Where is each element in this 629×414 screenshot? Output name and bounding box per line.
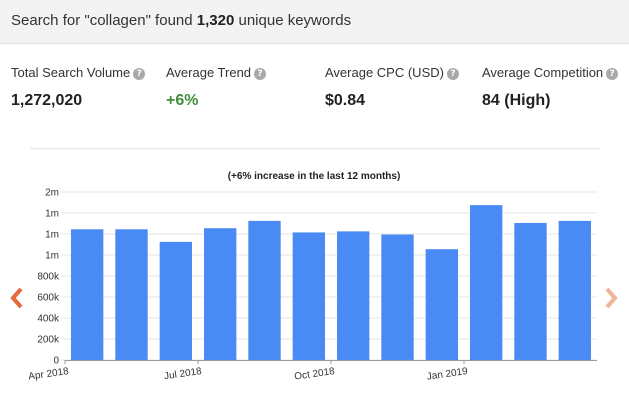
bar[interactable] [381, 234, 414, 360]
y-tick-label: 0 [53, 356, 59, 367]
x-tick-label: Jan 2019 [426, 366, 469, 383]
y-tick-label: 400k [37, 314, 60, 325]
stat-label: Average CPC (USD) [325, 65, 444, 80]
search-volume-chart: (+6% increase in the last 12 months) 0 20… [28, 171, 597, 383]
help-icon[interactable]: ? [606, 68, 619, 80]
bar[interactable] [115, 229, 148, 360]
stat-value: 84 (High) [482, 92, 551, 109]
x-tick-label: Jul 2018 [163, 366, 202, 382]
bar[interactable] [159, 241, 193, 360]
stat-average-cpc: Average CPC (USD)? $0.84 [325, 65, 459, 109]
results-header: Search for "collagen" found 1,320 unique… [0, 0, 629, 44]
stat-average-competition: Average Competition? 84 (High) [482, 65, 619, 109]
bar[interactable] [514, 222, 547, 360]
stat-average-trend: Average Trend? +6% [166, 65, 267, 109]
x-tick-label: Oct 2018 [294, 366, 336, 383]
y-tick-label: 800k [37, 272, 60, 283]
y-tick-label: 600k [37, 293, 60, 304]
bar[interactable] [469, 205, 503, 360]
y-tick-label: 1m [45, 209, 59, 220]
y-tick-label: 2m [45, 188, 59, 199]
bar[interactable] [292, 232, 326, 360]
stat-value: 1,272,020 [11, 92, 83, 109]
help-icon[interactable]: ? [254, 68, 267, 80]
help-icon[interactable]: ? [133, 68, 146, 80]
y-tick-label: 1m [45, 230, 59, 241]
results-summary: Search for "collagen" found 1,320 unique… [11, 12, 352, 29]
y-tick-label: 200k [37, 335, 60, 346]
bar[interactable] [425, 249, 459, 360]
divider [30, 148, 600, 149]
bar[interactable] [336, 231, 370, 360]
stat-label: Average Competition [482, 65, 604, 80]
stat-label: Average Trend [166, 65, 252, 80]
keyword-count: 1,320 [196, 12, 235, 29]
stat-value: $0.84 [325, 92, 366, 109]
chart-title: (+6% increase in the last 12 months) [228, 171, 401, 182]
stat-value: +6% [166, 92, 199, 109]
y-tick-label: 1m [45, 251, 59, 262]
stat-label: Total Search Volume [11, 65, 131, 80]
help-icon[interactable]: ? [446, 68, 459, 80]
x-tick-label: Apr 2018 [28, 366, 70, 383]
bar[interactable] [203, 228, 237, 360]
bar[interactable] [558, 220, 592, 360]
bar[interactable] [248, 220, 281, 360]
stat-total-search-volume: Total Search Volume? 1,272,020 [11, 65, 146, 109]
bar[interactable] [70, 229, 104, 360]
